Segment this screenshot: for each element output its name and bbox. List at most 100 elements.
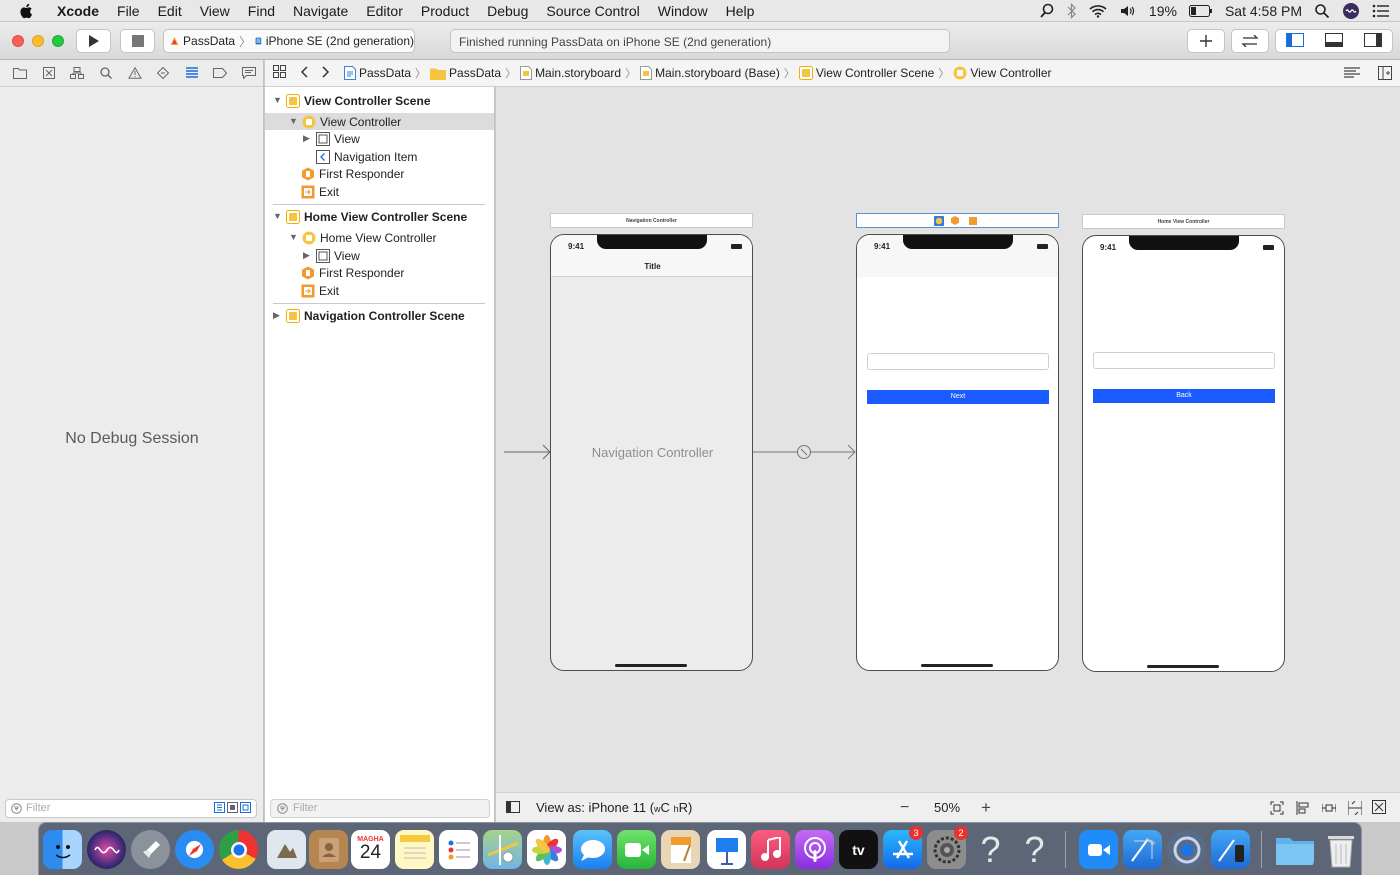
maps-icon[interactable] xyxy=(483,830,522,869)
outline-row-home-exit[interactable]: Exit xyxy=(301,282,481,299)
add-editor-icon[interactable] xyxy=(1378,66,1392,83)
clock[interactable]: Sat 4:58 PM xyxy=(1225,3,1302,19)
text-field[interactable] xyxy=(867,353,1049,370)
messages-icon[interactable] xyxy=(573,830,612,869)
outline-row-home-scene[interactable]: ▼ Home View Controller Scene xyxy=(273,208,493,225)
launchpad-icon[interactable] xyxy=(131,830,170,869)
photo-preview-icon[interactable] xyxy=(267,830,306,869)
embed-in-icon[interactable] xyxy=(1372,800,1386,817)
navigator-filter-input[interactable]: Filter xyxy=(5,799,257,818)
debug-navigator-icon[interactable] xyxy=(177,63,206,83)
jumpbar-item-storyboard-base[interactable]: Main.storyboard (Base) xyxy=(640,66,780,80)
menu-debug[interactable]: Debug xyxy=(478,3,537,19)
siri-icon[interactable] xyxy=(87,830,126,869)
document-outline-toggle-icon[interactable] xyxy=(506,801,520,816)
apple-menu-icon[interactable] xyxy=(18,2,36,20)
menu-source-control[interactable]: Source Control xyxy=(537,3,648,19)
zoom-out-icon[interactable]: − xyxy=(900,799,909,817)
outline-row-view[interactable]: ▶ View xyxy=(303,130,483,147)
chrome-app-icon[interactable] xyxy=(1167,830,1206,869)
jumpbar-item-group[interactable]: PassData xyxy=(430,66,501,80)
bluetooth-icon[interactable] xyxy=(1067,3,1077,19)
menu-view[interactable]: View xyxy=(191,3,239,19)
minimize-window-button[interactable] xyxy=(32,35,44,47)
jumpbar-item-storyboard[interactable]: Main.storyboard xyxy=(520,66,621,80)
battery-icon[interactable] xyxy=(1188,5,1213,17)
scheme-selector[interactable]: PassData 〉 iPhone SE (2nd generation) xyxy=(163,29,415,53)
back-arrow-icon[interactable] xyxy=(300,65,308,81)
calendar-icon[interactable]: MAGHA 24 xyxy=(351,830,390,869)
outline-row-vc-scene[interactable]: ▼ View Controller Scene xyxy=(273,92,493,109)
outline-filter-input[interactable]: Filter xyxy=(270,799,490,818)
back-button[interactable]: Back xyxy=(1093,389,1275,403)
reminders-icon[interactable] xyxy=(439,830,478,869)
photos-icon[interactable] xyxy=(527,830,566,869)
library-button[interactable] xyxy=(1187,29,1225,53)
menu-window[interactable]: Window xyxy=(649,3,717,19)
device-config-button[interactable]: View as: iPhone 11 (wC hR) xyxy=(536,800,692,815)
text-field[interactable] xyxy=(1093,352,1275,369)
home-view-controller-scene-bar[interactable]: Home View Controller xyxy=(1082,214,1285,229)
update-frames-icon[interactable] xyxy=(1270,801,1284,818)
battery-percent[interactable]: 19% xyxy=(1149,3,1177,19)
close-window-button[interactable] xyxy=(12,35,24,47)
chrome-icon[interactable] xyxy=(219,830,258,869)
debug-area-toggle-icon[interactable] xyxy=(1324,32,1343,50)
notes-icon[interactable] xyxy=(395,830,434,869)
simulator-icon[interactable] xyxy=(1211,830,1250,869)
disclosure-expanded-icon[interactable]: ▼ xyxy=(289,233,298,242)
test-navigator-icon[interactable] xyxy=(149,63,178,83)
find-navigator-icon[interactable] xyxy=(92,63,121,83)
outline-row-view-controller[interactable]: ▼ View Controller xyxy=(265,113,494,130)
view-controller-scene-bar[interactable] xyxy=(856,213,1059,228)
disclosure-expanded-icon[interactable]: ▼ xyxy=(289,117,298,126)
editor-options-icon[interactable] xyxy=(1344,67,1360,82)
zoom-window-button[interactable] xyxy=(52,35,64,47)
menu-navigate[interactable]: Navigate xyxy=(284,3,357,19)
disclosure-collapsed-icon[interactable]: ▶ xyxy=(273,311,282,320)
xcode-icon[interactable] xyxy=(1123,830,1162,869)
navigator-toggle-icon[interactable] xyxy=(1286,32,1305,50)
view-controller-phone[interactable]: 9:41 Next xyxy=(856,234,1059,671)
unknown-app-icon[interactable]: ? xyxy=(1015,830,1054,869)
trash-icon[interactable] xyxy=(1321,830,1360,869)
forward-arrow-icon[interactable] xyxy=(322,65,330,81)
add-constraints-icon[interactable] xyxy=(1321,801,1337,818)
breakpoint-navigator-icon[interactable] xyxy=(206,63,235,83)
menu-find[interactable]: Find xyxy=(239,3,284,19)
menu-app-name[interactable]: Xcode xyxy=(48,3,108,19)
siri-icon[interactable] xyxy=(1342,2,1360,20)
stop-button[interactable] xyxy=(120,29,155,53)
notification-center-icon[interactable] xyxy=(1372,4,1390,18)
symbol-navigator-icon[interactable] xyxy=(63,63,92,83)
root-view-controller-segue[interactable] xyxy=(753,444,857,460)
zoom-in-icon[interactable]: + xyxy=(981,798,991,818)
outline-row-home-view[interactable]: ▶ View xyxy=(303,247,483,264)
menu-file[interactable]: File xyxy=(108,3,149,19)
jumpbar-item-view-controller[interactable]: View Controller xyxy=(953,66,1052,80)
project-navigator-folder-icon[interactable] xyxy=(6,63,35,83)
menu-product[interactable]: Product xyxy=(412,3,478,19)
jumpbar-item-scene[interactable]: View Controller Scene xyxy=(798,66,934,80)
disclosure-expanded-icon[interactable]: ▼ xyxy=(273,96,282,105)
jumpbar-item-project[interactable]: PassData xyxy=(344,66,411,80)
volume-icon[interactable] xyxy=(1119,4,1137,18)
menu-edit[interactable]: Edit xyxy=(149,3,191,19)
apple-tv-icon[interactable]: tv xyxy=(839,830,878,869)
podcasts-icon[interactable] xyxy=(795,830,834,869)
entry-point-arrow[interactable] xyxy=(504,444,552,460)
outline-row-nav-scene[interactable]: ▶ Navigation Controller Scene xyxy=(273,307,493,324)
spotlight-icon[interactable] xyxy=(1314,3,1330,19)
outline-row-home-view-controller[interactable]: ▼ Home View Controller xyxy=(289,229,489,246)
keynote-icon[interactable] xyxy=(707,830,746,869)
nav-controller-scene-bar[interactable]: Navigation Controller xyxy=(550,213,753,228)
disclosure-expanded-icon[interactable]: ▼ xyxy=(273,212,282,221)
next-button[interactable]: Next xyxy=(867,390,1049,404)
wifi-icon[interactable] xyxy=(1089,4,1107,18)
source-control-navigator-icon[interactable] xyxy=(35,63,64,83)
nav-controller-phone[interactable]: 9:41 Title Navigation Controller xyxy=(550,234,753,671)
zoom-app-icon[interactable] xyxy=(1079,830,1118,869)
resolve-issues-icon[interactable] xyxy=(1347,800,1363,818)
storyboard-canvas[interactable]: Navigation Controller 9:41 Title Navigat… xyxy=(496,87,1400,792)
safari-icon[interactable] xyxy=(175,830,214,869)
